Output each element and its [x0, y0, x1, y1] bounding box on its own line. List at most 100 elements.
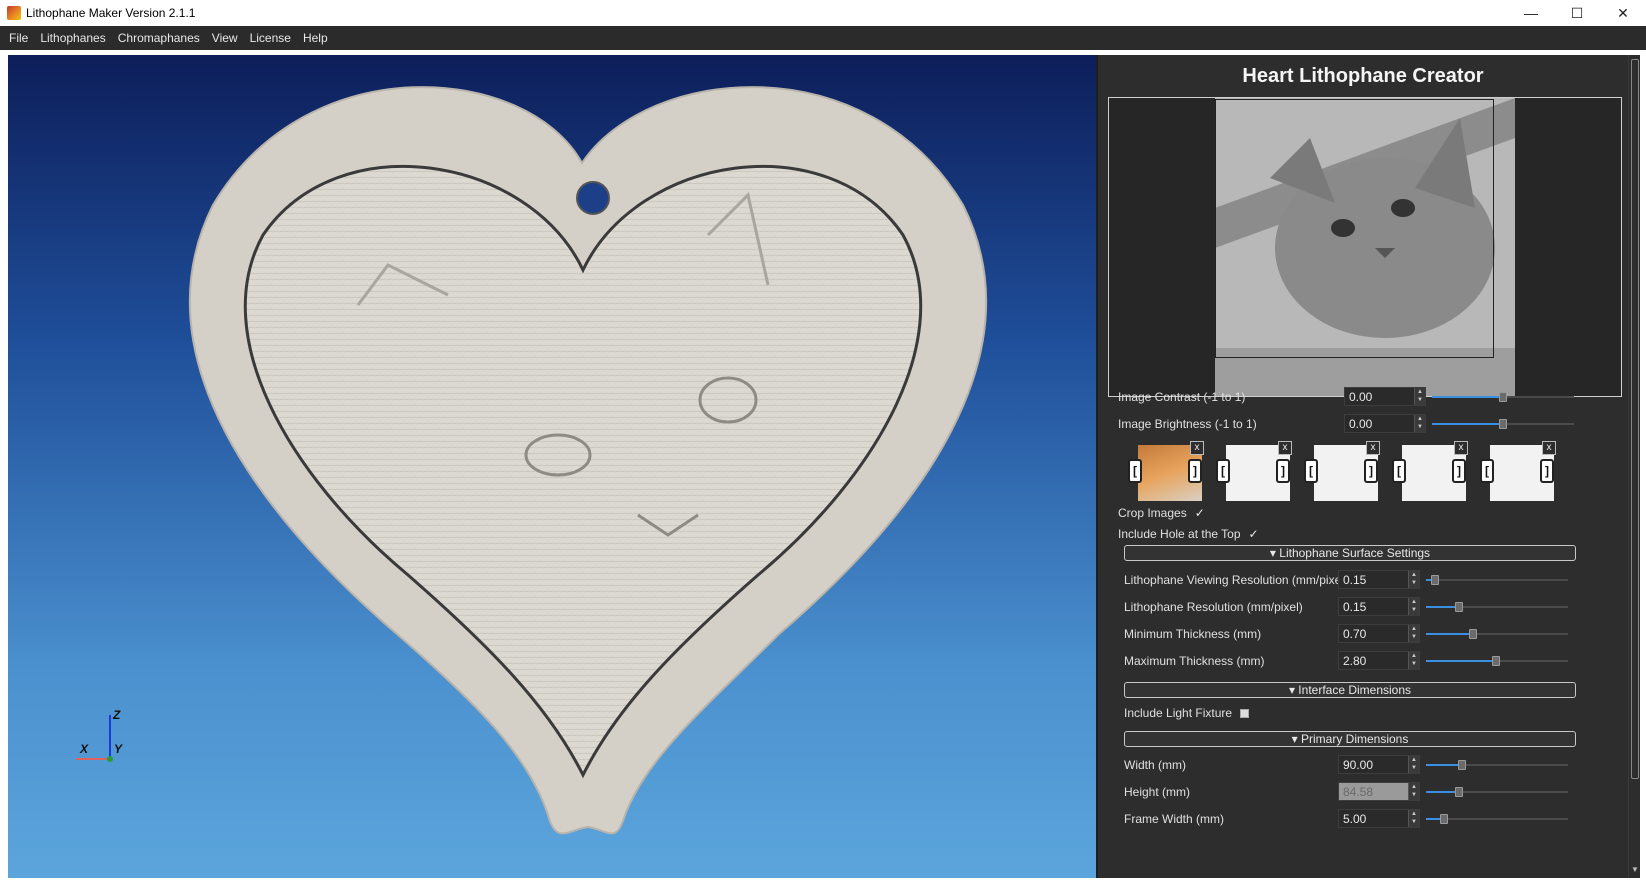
- viewing-resolution-input[interactable]: 0.15 ▲ ▼: [1338, 570, 1420, 589]
- primary-row-2: Height (mm): [1124, 782, 1349, 802]
- axis-x-label: X: [80, 742, 89, 756]
- remove-image-icon[interactable]: x: [1542, 441, 1556, 455]
- crop-images-checkbox[interactable]: ✓: [1195, 506, 1205, 520]
- include-hole-label: Include Hole at the Top: [1118, 527, 1241, 541]
- light-fixture-checkbox[interactable]: [1240, 708, 1250, 718]
- menu-help[interactable]: Help: [297, 26, 334, 50]
- next-arrow-icon[interactable]: ]: [1276, 459, 1290, 483]
- frame-width-input[interactable]: 5.00 ▲ ▼: [1338, 809, 1420, 828]
- max-thickness-value: 2.80: [1343, 654, 1367, 668]
- next-arrow-icon[interactable]: ]: [1540, 459, 1554, 483]
- crop-rectangle[interactable]: [1215, 99, 1494, 358]
- image-slot-2[interactable]: x [ ]: [1216, 441, 1292, 501]
- next-arrow-icon[interactable]: ]: [1452, 459, 1466, 483]
- min-thickness-value: 0.70: [1343, 627, 1367, 641]
- lithophane-resolution-label: Lithophane Resolution (mm/pixel): [1124, 600, 1303, 614]
- brightness-value: 0.00: [1349, 417, 1373, 431]
- min-thickness-stepper[interactable]: ▲ ▼: [1408, 625, 1419, 642]
- lithophane-resolution-stepper[interactable]: ▲ ▼: [1408, 598, 1419, 615]
- surface-row-1: Lithophane Viewing Resolution (mm/pixe: [1124, 570, 1349, 590]
- contrast-input[interactable]: 0.00 ▲ ▼: [1344, 387, 1426, 406]
- lithophane-resolution-slider[interactable]: [1426, 602, 1568, 612]
- viewing-resolution-slider[interactable]: [1426, 575, 1568, 585]
- close-button[interactable]: ✕: [1600, 0, 1646, 26]
- height-slider[interactable]: [1426, 787, 1568, 797]
- lithophane-resolution-input[interactable]: 0.15 ▲ ▼: [1338, 597, 1420, 616]
- menu-license[interactable]: License: [244, 26, 297, 50]
- max-thickness-slider[interactable]: [1426, 656, 1568, 666]
- brightness-slider[interactable]: [1432, 419, 1574, 429]
- contrast-row: Image Contrast (-1 to 1): [1118, 387, 1343, 407]
- remove-image-icon[interactable]: x: [1190, 441, 1204, 455]
- crop-images-row[interactable]: Crop Images ✓: [1118, 503, 1205, 523]
- brightness-input[interactable]: 0.00 ▲ ▼: [1344, 414, 1426, 433]
- include-hole-row[interactable]: Include Hole at the Top ✓: [1118, 524, 1259, 544]
- min-thickness-label: Minimum Thickness (mm): [1124, 627, 1262, 641]
- frame-width-value: 5.00: [1343, 812, 1367, 826]
- contrast-value: 0.00: [1349, 390, 1373, 404]
- brightness-stepper[interactable]: ▲ ▼: [1414, 415, 1425, 432]
- prev-arrow-icon[interactable]: [: [1304, 459, 1318, 483]
- title-bar: Lithophane Maker Version 2.1.1 — ☐ ✕: [0, 0, 1646, 26]
- image-slot-3[interactable]: x [ ]: [1304, 441, 1380, 501]
- menu-chromaphanes[interactable]: Chromaphanes: [112, 26, 206, 50]
- remove-image-icon[interactable]: x: [1278, 441, 1292, 455]
- height-label: Height (mm): [1124, 785, 1191, 799]
- viewing-resolution-stepper[interactable]: ▲ ▼: [1408, 571, 1419, 588]
- contrast-stepper[interactable]: ▲ ▼: [1414, 388, 1425, 405]
- max-thickness-stepper[interactable]: ▲ ▼: [1408, 652, 1419, 669]
- light-fixture-row[interactable]: Include Light Fixture: [1124, 703, 1250, 723]
- min-thickness-input[interactable]: 0.70 ▲ ▼: [1338, 624, 1420, 643]
- width-input[interactable]: 90.00 ▲ ▼: [1338, 755, 1420, 774]
- next-arrow-icon[interactable]: ]: [1364, 459, 1378, 483]
- menu-file[interactable]: File: [0, 26, 34, 50]
- minimize-button[interactable]: —: [1508, 0, 1554, 26]
- viewing-resolution-value: 0.15: [1343, 573, 1367, 587]
- image-slot-4[interactable]: x [ ]: [1392, 441, 1468, 501]
- width-stepper[interactable]: ▲ ▼: [1408, 756, 1419, 773]
- include-hole-checkbox[interactable]: ✓: [1249, 527, 1259, 541]
- height-value: 84.58: [1343, 785, 1374, 799]
- scrollbar-thumb[interactable]: [1631, 59, 1639, 779]
- contrast-label: Image Contrast (-1 to 1): [1118, 390, 1246, 404]
- next-arrow-icon[interactable]: ]: [1188, 459, 1202, 483]
- surface-row-4: Maximum Thickness (mm): [1124, 651, 1349, 671]
- prev-arrow-icon[interactable]: [: [1392, 459, 1406, 483]
- image-slot-1[interactable]: x [ ]: [1128, 441, 1204, 501]
- 3d-viewport[interactable]: Z X Y: [8, 55, 1096, 878]
- image-preview[interactable]: [1108, 97, 1622, 397]
- frame-width-label: Frame Width (mm): [1124, 812, 1224, 826]
- heart-lithophane-model: [188, 86, 988, 835]
- width-slider[interactable]: [1426, 760, 1568, 770]
- surface-row-2: Lithophane Resolution (mm/pixel): [1124, 597, 1349, 617]
- height-input: 84.58 ▲ ▼: [1338, 782, 1420, 801]
- primary-row-3: Frame Width (mm): [1124, 809, 1349, 829]
- min-thickness-slider[interactable]: [1426, 629, 1568, 639]
- menu-lithophanes[interactable]: Lithophanes: [34, 26, 111, 50]
- panel-scrollbar[interactable]: ▼: [1628, 55, 1640, 878]
- menu-view[interactable]: View: [206, 26, 244, 50]
- frame-width-stepper[interactable]: ▲ ▼: [1408, 810, 1419, 827]
- prev-arrow-icon[interactable]: [: [1480, 459, 1494, 483]
- image-slots: x [ ] x [ ] x [ ] x [ ] x [ ]: [1128, 441, 1608, 503]
- prev-arrow-icon[interactable]: [: [1216, 459, 1230, 483]
- maximize-button[interactable]: ☐: [1554, 0, 1600, 26]
- panel-title: Heart Lithophane Creator: [1242, 65, 1484, 87]
- contrast-slider[interactable]: [1432, 392, 1574, 402]
- frame-width-slider[interactable]: [1426, 814, 1568, 824]
- window-title: Lithophane Maker Version 2.1.1: [26, 6, 196, 20]
- prev-arrow-icon[interactable]: [: [1128, 459, 1142, 483]
- brightness-label: Image Brightness (-1 to 1): [1118, 417, 1257, 431]
- remove-image-icon[interactable]: x: [1366, 441, 1380, 455]
- surface-settings-header[interactable]: ▾ Lithophane Surface Settings: [1124, 545, 1576, 561]
- image-slot-5[interactable]: x [ ]: [1480, 441, 1556, 501]
- max-thickness-label: Maximum Thickness (mm): [1124, 654, 1265, 668]
- viewing-resolution-label: Lithophane Viewing Resolution (mm/pixe: [1124, 573, 1342, 587]
- interface-dimensions-header[interactable]: ▾ Interface Dimensions: [1124, 682, 1576, 698]
- lithophane-resolution-value: 0.15: [1343, 600, 1367, 614]
- scroll-down-icon[interactable]: ▼: [1630, 865, 1640, 875]
- remove-image-icon[interactable]: x: [1454, 441, 1468, 455]
- max-thickness-input[interactable]: 2.80 ▲ ▼: [1338, 651, 1420, 670]
- primary-dimensions-header[interactable]: ▾ Primary Dimensions: [1124, 731, 1576, 747]
- width-label: Width (mm): [1124, 758, 1186, 772]
